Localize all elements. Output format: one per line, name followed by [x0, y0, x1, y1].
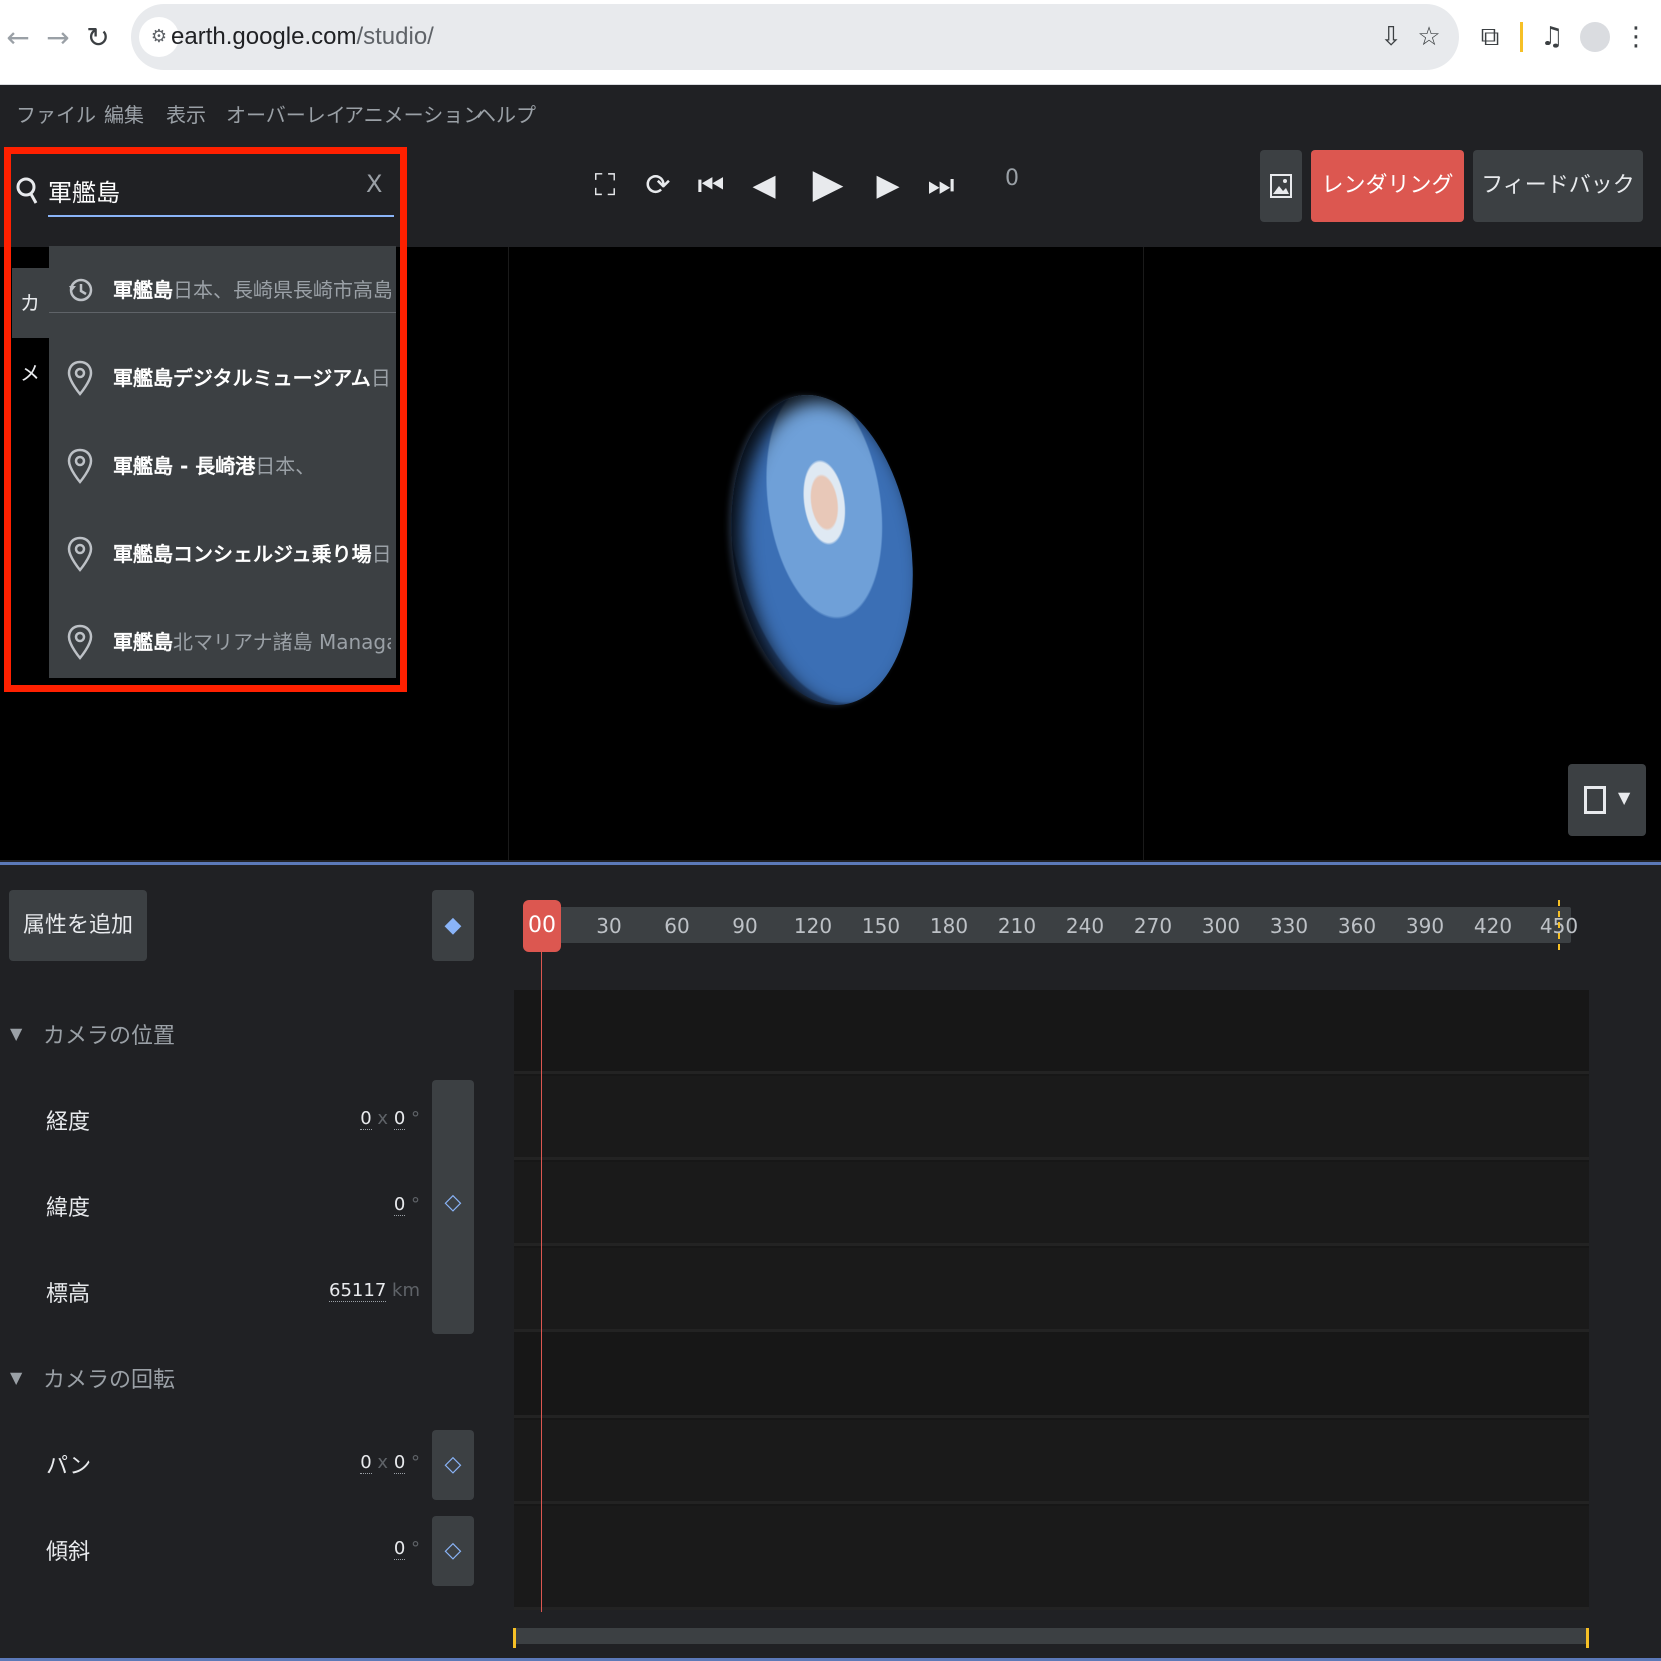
prop-label-altitude: 標高 — [46, 1282, 91, 1307]
ruler-tick: 420 — [1473, 914, 1513, 938]
section-camera-position[interactable]: カメラの位置 — [43, 1018, 175, 1050]
profile-avatar[interactable] — [1580, 22, 1610, 52]
ruler-tick: 300 — [1201, 914, 1241, 938]
menu-file[interactable]: ファイル — [16, 85, 96, 145]
keyframe-diamond-icon: ◇ — [444, 1190, 462, 1215]
url-text: earth.google.com/studio/ — [171, 23, 434, 50]
feedback-button[interactable]: フィードバック — [1473, 150, 1643, 222]
skip-to-end-icon[interactable]: ⏭ — [919, 166, 963, 206]
toolbar-divider — [1520, 22, 1523, 52]
prop-value-longitude[interactable]: 0 x 0 ° — [330, 1108, 420, 1130]
keyframe-diamond-icon: ◇ — [444, 1538, 462, 1563]
browser-toolbar: ← → ↻ ⚙ earth.google.com/studio/ ⇩ ☆ ⧉ ♫… — [0, 0, 1661, 85]
add-attribute-button[interactable]: 属性を追加 — [9, 890, 147, 961]
prop-label-longitude: 経度 — [46, 1110, 91, 1135]
menu-view[interactable]: 表示 — [166, 85, 206, 145]
extensions-icon[interactable]: ⧉ — [1472, 17, 1508, 57]
highlight-box — [4, 147, 407, 692]
forward-icon[interactable]: → — [40, 18, 76, 58]
track-row — [514, 1162, 1589, 1246]
ruler-tick: 240 — [1065, 914, 1105, 938]
ruler-tick: 120 — [793, 914, 833, 938]
prop-label-tilt: 傾斜 — [46, 1540, 91, 1565]
more-menu-icon[interactable]: ⋮ — [1618, 17, 1654, 57]
ruler-tick: 330 — [1269, 914, 1309, 938]
prop-value-latitude[interactable]: 0 ° — [330, 1194, 420, 1216]
install-app-icon[interactable]: ⇩ — [1373, 17, 1409, 57]
scroll-end-handle[interactable] — [1586, 1628, 1589, 1648]
track-row — [514, 990, 1589, 1074]
prop-label-latitude: 緯度 — [46, 1196, 91, 1221]
fullscreen-icon[interactable]: ⛶ — [583, 166, 627, 206]
ruler-tick: 390 — [1405, 914, 1445, 938]
app-menu-bar: ファイル 編集 表示 オーバーレイ アニメーション ヘルプ — [0, 85, 1661, 145]
dropdown-arrow-icon: ▼ — [1618, 788, 1631, 807]
end-marker[interactable] — [1558, 900, 1562, 950]
collapse-arrow-icon[interactable]: ▼ — [10, 1368, 22, 1387]
ruler-tick: 60 — [664, 914, 690, 938]
track-row — [514, 1420, 1589, 1504]
prop-value-altitude[interactable]: 65117 km — [320, 1280, 420, 1302]
ruler-tick: 150 — [861, 914, 901, 938]
section-camera-rotation[interactable]: カメラの回転 — [43, 1362, 175, 1394]
prop-label-pan: パン — [46, 1454, 92, 1479]
safe-area-guide-right — [1143, 247, 1144, 860]
ruler-tick: 90 — [732, 914, 758, 938]
ruler-tick: 180 — [929, 914, 969, 938]
collapse-arrow-icon[interactable]: ▼ — [10, 1024, 22, 1043]
prop-value-tilt[interactable]: 0 ° — [320, 1538, 420, 1560]
track-row — [514, 1506, 1589, 1610]
menu-overlay[interactable]: オーバーレイ — [226, 85, 346, 145]
menu-animation[interactable]: アニメーション — [344, 85, 483, 145]
menu-edit[interactable]: 編集 — [104, 85, 144, 145]
ruler-tick: 270 — [1133, 914, 1173, 938]
media-control-icon[interactable]: ♫ — [1534, 17, 1570, 57]
render-button[interactable]: レンダリング — [1311, 150, 1464, 222]
prop-value-pan[interactable]: 0 x 0 ° — [320, 1452, 420, 1474]
menu-help[interactable]: ヘルプ — [476, 85, 536, 145]
reload-icon[interactable]: ↻ — [80, 18, 116, 58]
track-row — [514, 1248, 1589, 1332]
scroll-start-handle[interactable] — [513, 1628, 516, 1648]
image-icon — [1270, 174, 1292, 198]
safe-area-guide-left — [508, 247, 509, 860]
keyframe-pan-button[interactable]: ◇ — [432, 1430, 474, 1500]
frame-icon — [1584, 786, 1606, 814]
keyframe-nav-button[interactable]: ◆ — [432, 890, 474, 961]
ruler-tick: 360 — [1337, 914, 1377, 938]
next-frame-icon[interactable]: ▶ — [866, 166, 910, 206]
play-icon[interactable]: ▶ — [806, 164, 850, 204]
current-frame: 0 — [1005, 166, 1019, 191]
back-icon[interactable]: ← — [0, 18, 36, 58]
previous-frame-icon[interactable]: ◀ — [742, 166, 786, 206]
track-row — [514, 1076, 1589, 1160]
ruler-tick: 210 — [997, 914, 1037, 938]
address-bar[interactable]: ⚙ earth.google.com/studio/ ⇩ ☆ — [131, 4, 1459, 70]
keyframe-group-button[interactable]: ◇ — [432, 1080, 474, 1334]
bookmark-star-icon[interactable]: ☆ — [1411, 17, 1447, 57]
playhead[interactable]: 00 — [523, 900, 561, 952]
playhead-line — [541, 952, 542, 1612]
aspect-ratio-dropdown[interactable]: ▼ — [1568, 764, 1646, 836]
keyframe-tilt-button[interactable]: ◇ — [432, 1516, 474, 1586]
skip-to-start-icon[interactable]: ⏮ — [689, 166, 733, 206]
ruler-tick: 30 — [596, 914, 622, 938]
timeline-scrollbar[interactable] — [514, 1628, 1589, 1644]
snapshot-button[interactable] — [1260, 150, 1302, 222]
keyframe-diamond-icon: ◇ — [444, 1452, 462, 1477]
loop-icon[interactable]: ⟳ — [636, 166, 680, 206]
keyframe-arrows-icon: ◆ — [444, 913, 462, 938]
track-row — [514, 1334, 1589, 1418]
